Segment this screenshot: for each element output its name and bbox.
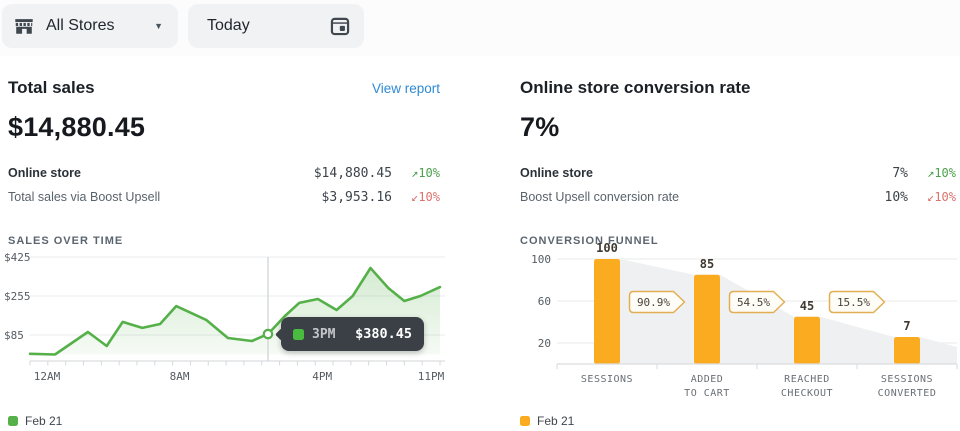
svg-text:ADDEDTO CART: ADDEDTO CART <box>684 374 730 399</box>
svg-text:90.9%: 90.9% <box>637 296 670 309</box>
svg-text:45: 45 <box>800 299 814 313</box>
metric-row-online-store-sales: Online store $14,880.45 ↗10% <box>8 161 440 185</box>
calendar-icon <box>329 15 351 37</box>
tooltip-series-swatch <box>293 329 304 340</box>
svg-text:4PM: 4PM <box>312 370 332 383</box>
svg-text:60: 60 <box>538 295 551 308</box>
conversion-rate-title: Online store conversion rate <box>520 78 751 98</box>
svg-text:15.5%: 15.5% <box>837 296 870 309</box>
metric-label: Boost Upsell conversion rate <box>520 190 885 204</box>
svg-text:100: 100 <box>596 241 618 255</box>
svg-text:54.5%: 54.5% <box>737 296 770 309</box>
conversion-funnel-chart[interactable]: 100 60 20 100 85 45 7 90.9% 54.5% 15.5% SESSIONS AD… <box>500 240 960 410</box>
toolbar: All Stores ▼ Today <box>0 0 960 56</box>
metric-label: Online store <box>8 166 314 180</box>
date-selector-button[interactable]: Today <box>188 4 364 48</box>
legend-swatch-orange <box>520 416 530 426</box>
metric-row-boost-upsell-sales: Total sales via Boost Upsell $3,953.16 ↙… <box>8 185 440 209</box>
store-icon <box>13 15 35 37</box>
svg-text:20: 20 <box>538 337 551 350</box>
metric-label: Online store <box>520 166 892 180</box>
metric-value: 7% <box>892 166 908 181</box>
chart-tooltip: 3PM $380.45 <box>281 317 424 351</box>
metric-change-up: ↗10% <box>392 166 440 180</box>
tooltip-value: $380.45 <box>355 326 412 342</box>
tooltip-time: 3PM <box>312 327 335 342</box>
total-sales-title: Total sales <box>8 78 95 98</box>
chevron-down-icon: ▼ <box>154 21 163 31</box>
svg-text:SESSIONS: SESSIONS <box>581 374 633 385</box>
conversion-rate-card: Online store conversion rate 7% Online s… <box>520 56 956 247</box>
conversion-rate-value: 7% <box>520 112 956 143</box>
total-sales-value: $14,880.45 <box>8 112 440 143</box>
svg-text:100: 100 <box>531 253 551 266</box>
svg-text:7: 7 <box>903 319 910 333</box>
svg-text:12AM: 12AM <box>34 370 61 383</box>
metric-value: $14,880.45 <box>314 166 392 181</box>
metric-change-down: ↙10% <box>908 190 956 204</box>
metric-change-down: ↙10% <box>392 190 440 204</box>
svg-text:$255: $255 <box>4 290 31 303</box>
svg-text:REACHEDCHECKOUT: REACHEDCHECKOUT <box>781 374 833 399</box>
store-selector-button[interactable]: All Stores ▼ <box>2 4 178 48</box>
metric-change-up: ↗10% <box>908 166 956 180</box>
svg-text:$425: $425 <box>4 251 31 264</box>
metric-row-online-store-rate: Online store 7% ↗10% <box>520 161 956 185</box>
svg-text:85: 85 <box>700 257 714 271</box>
date-selector-label: Today <box>207 17 250 35</box>
metric-row-boost-upsell-rate: Boost Upsell conversion rate 10% ↙10% <box>520 185 956 209</box>
svg-text:8AM: 8AM <box>170 370 190 383</box>
metric-label: Total sales via Boost Upsell <box>8 190 322 204</box>
view-report-link[interactable]: View report <box>372 81 440 96</box>
funnel-chart-legend: Feb 21 <box>520 414 574 428</box>
total-sales-card: Total sales View report $14,880.45 Onlin… <box>8 56 440 247</box>
sales-chart-legend: Feb 21 <box>8 414 62 428</box>
legend-label: Feb 21 <box>25 414 62 428</box>
svg-text:11PM: 11PM <box>418 370 445 383</box>
legend-label: Feb 21 <box>537 414 574 428</box>
metric-value: 10% <box>885 190 908 205</box>
legend-swatch-green <box>8 416 18 426</box>
metric-value: $3,953.16 <box>322 190 392 205</box>
store-selector-label: All Stores <box>46 17 114 35</box>
svg-text:$85: $85 <box>4 329 24 342</box>
svg-text:SESSIONSCONVERTED: SESSIONSCONVERTED <box>878 374 937 399</box>
